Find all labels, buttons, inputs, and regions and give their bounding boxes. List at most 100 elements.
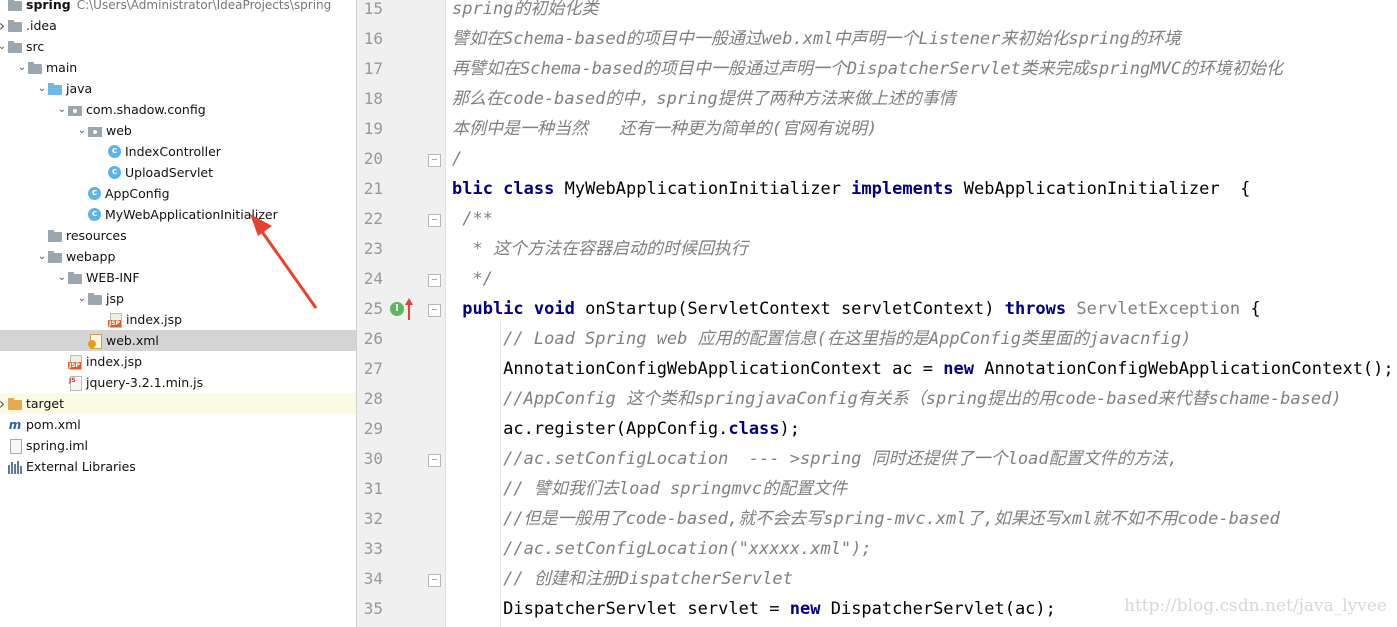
maven-icon: m (8, 417, 22, 432)
chevron-right-icon[interactable]: › (0, 394, 8, 413)
tree-item[interactable]: ⌄ main (0, 57, 356, 78)
tree-item[interactable]: ⌄ jsp (0, 288, 356, 309)
js-file-icon (68, 375, 82, 391)
folder-icon (8, 0, 22, 12)
chevron-right-icon[interactable]: › (0, 16, 8, 35)
tree-item[interactable]: ⌄ web (0, 120, 356, 141)
class-icon: c (108, 145, 121, 158)
comment-token: 再譬如在Schema-based的项目中一般通过声明一个DispatcherSe… (452, 59, 1283, 79)
code-token: DispatcherServlet(ac); (830, 599, 1056, 619)
keyword-token: class (728, 419, 780, 439)
line-number: 33 (363, 539, 383, 558)
line-number: 29 (363, 419, 383, 438)
line-number: 30 (363, 449, 383, 468)
comment-token: // 譬如我们去load springmvc的配置文件 (452, 479, 848, 499)
tree-item[interactable]: jquery-3.2.1.min.js (0, 372, 356, 393)
tree-item-label: com.shadow.config (86, 102, 206, 117)
code-line: / (452, 144, 462, 174)
project-tree[interactable]: spring C:\Users\Administrator\IdeaProject… (0, 0, 357, 627)
chevron-down-icon[interactable]: ⌄ (76, 125, 88, 136)
code-token: ac.register(AppConfig. (452, 419, 729, 439)
code-line: 譬如在Schema-based的项目中一般通过web.xml中声明一个Liste… (452, 24, 1181, 54)
tree-item[interactable]: c IndexController (0, 141, 356, 162)
tree-item[interactable]: c UploadServlet (0, 162, 356, 183)
line-number: 32 (363, 509, 383, 528)
tree-item[interactable]: index.jsp (0, 351, 356, 372)
chevron-down-icon[interactable]: ⌄ (56, 104, 68, 115)
override-arrow-icon[interactable] (405, 298, 413, 320)
code-token: WebApplicationInitializer { (963, 179, 1251, 199)
fold-icon[interactable] (428, 274, 441, 287)
tree-item-label: main (46, 60, 78, 75)
code-line: //但是一般用了code-based,就不会去写spring-mvc.xml了,… (452, 504, 1280, 534)
tree-item[interactable]: spring C:\Users\Administrator\IdeaProject… (0, 0, 356, 15)
comment-token: / (452, 149, 463, 169)
tree-item[interactable]: › target (0, 393, 356, 414)
tree-item[interactable]: resources (0, 225, 356, 246)
code-line: // Load Spring web 应用的配置信息(在这里指的是AppConf… (452, 324, 1191, 354)
tree-item[interactable]: ⌄ java (0, 78, 356, 99)
comment-token: // 创建和注册DispatcherServlet (452, 569, 793, 589)
fold-icon[interactable] (428, 574, 441, 587)
chevron-down-icon[interactable]: ⌄ (36, 83, 48, 94)
code-token: onStartup(ServletContext servletContext) (585, 299, 1005, 319)
keyword-token: public void (462, 299, 586, 319)
code-line: // 譬如我们去load springmvc的配置文件 (452, 474, 847, 504)
chevron-down-icon[interactable]: ⌄ (56, 272, 68, 283)
tree-item[interactable]: spring.iml (0, 435, 356, 456)
keyword-token: new (943, 359, 985, 379)
tree-item-label: webapp (66, 249, 116, 264)
chevron-down-icon[interactable]: ⌄ (16, 62, 28, 73)
tree-item[interactable]: c MyWebApplicationInitializer (0, 204, 356, 225)
tree-item[interactable]: ⌄ com.shadow.config (0, 99, 356, 120)
comment-token: 譬如在Schema-based的项目中一般通过web.xml中声明一个Liste… (452, 29, 1181, 49)
tree-item[interactable]: m pom.xml (0, 414, 356, 435)
tree-item[interactable]: ⌄ src (0, 36, 356, 57)
tree-item-label: web (106, 123, 132, 138)
class-icon: c (88, 187, 101, 200)
project-path: C:\Users\Administrator\IdeaProjects\spri… (76, 0, 332, 12)
tree-item[interactable]: web.xml (0, 330, 356, 351)
tree-item[interactable]: › .idea (0, 15, 356, 36)
iml-file-icon (8, 438, 22, 454)
code-token: MyWebApplicationInitializer (564, 179, 852, 199)
tree-item-label: resources (66, 228, 127, 243)
tree-item-label: web.xml (106, 333, 159, 348)
code-line: AnnotationConfigWebApplicationContext ac… (452, 354, 1393, 384)
line-number: 19 (363, 119, 383, 138)
tree-item-label: WEB-INF (86, 270, 140, 285)
chevron-down-icon[interactable]: ⌄ (0, 41, 8, 52)
fold-icon[interactable] (428, 304, 441, 317)
tree-item[interactable]: index.jsp (0, 309, 356, 330)
line-number: 22 (363, 209, 383, 228)
code-line: public void onStartup(ServletContext ser… (452, 294, 1260, 324)
tree-item[interactable]: ⌄ webapp (0, 246, 356, 267)
folder-icon (8, 19, 22, 33)
line-number: 31 (363, 479, 383, 498)
tree-item[interactable]: External Libraries (0, 456, 356, 477)
fold-icon[interactable] (428, 454, 441, 467)
code-editor[interactable]: 15 16 17 18 19 20 21 22 23 24 25 I 26 27 28 29 30 31 32 33 3… (357, 0, 1397, 627)
tree-item[interactable]: ⌄ WEB-INF (0, 267, 356, 288)
chevron-down-icon[interactable]: ⌄ (36, 251, 48, 262)
tree-item-label: src (26, 39, 45, 54)
tree-item-label: index.jsp (86, 354, 143, 369)
line-number: 25 (363, 299, 383, 318)
code-line: spring的初始化类 (452, 0, 598, 24)
line-number: 34 (363, 569, 383, 588)
fold-icon[interactable] (428, 154, 441, 167)
chevron-down-icon[interactable]: ⌄ (76, 293, 88, 304)
keyword-token: new (789, 599, 831, 619)
code-line: // 创建和注册DispatcherServlet (452, 564, 793, 594)
comment-token: spring的初始化类 (452, 0, 599, 19)
implements-marker-icon[interactable]: I (390, 302, 404, 316)
tree-item-label: jquery-3.2.1.min.js (86, 375, 204, 390)
folder-icon (48, 250, 62, 264)
code-line: 那么在code-based的中，spring提供了两种方法来做上述的事情 (452, 84, 956, 114)
source-folder-icon (48, 82, 62, 96)
tree-item[interactable]: c AppConfig (0, 183, 356, 204)
comment-token: //AppConfig 这个类和springjavaConfig有关系（spri… (452, 389, 1342, 409)
code-line: //AppConfig 这个类和springjavaConfig有关系（spri… (452, 384, 1342, 414)
code-line: */ (452, 264, 492, 294)
fold-icon[interactable] (428, 214, 441, 227)
